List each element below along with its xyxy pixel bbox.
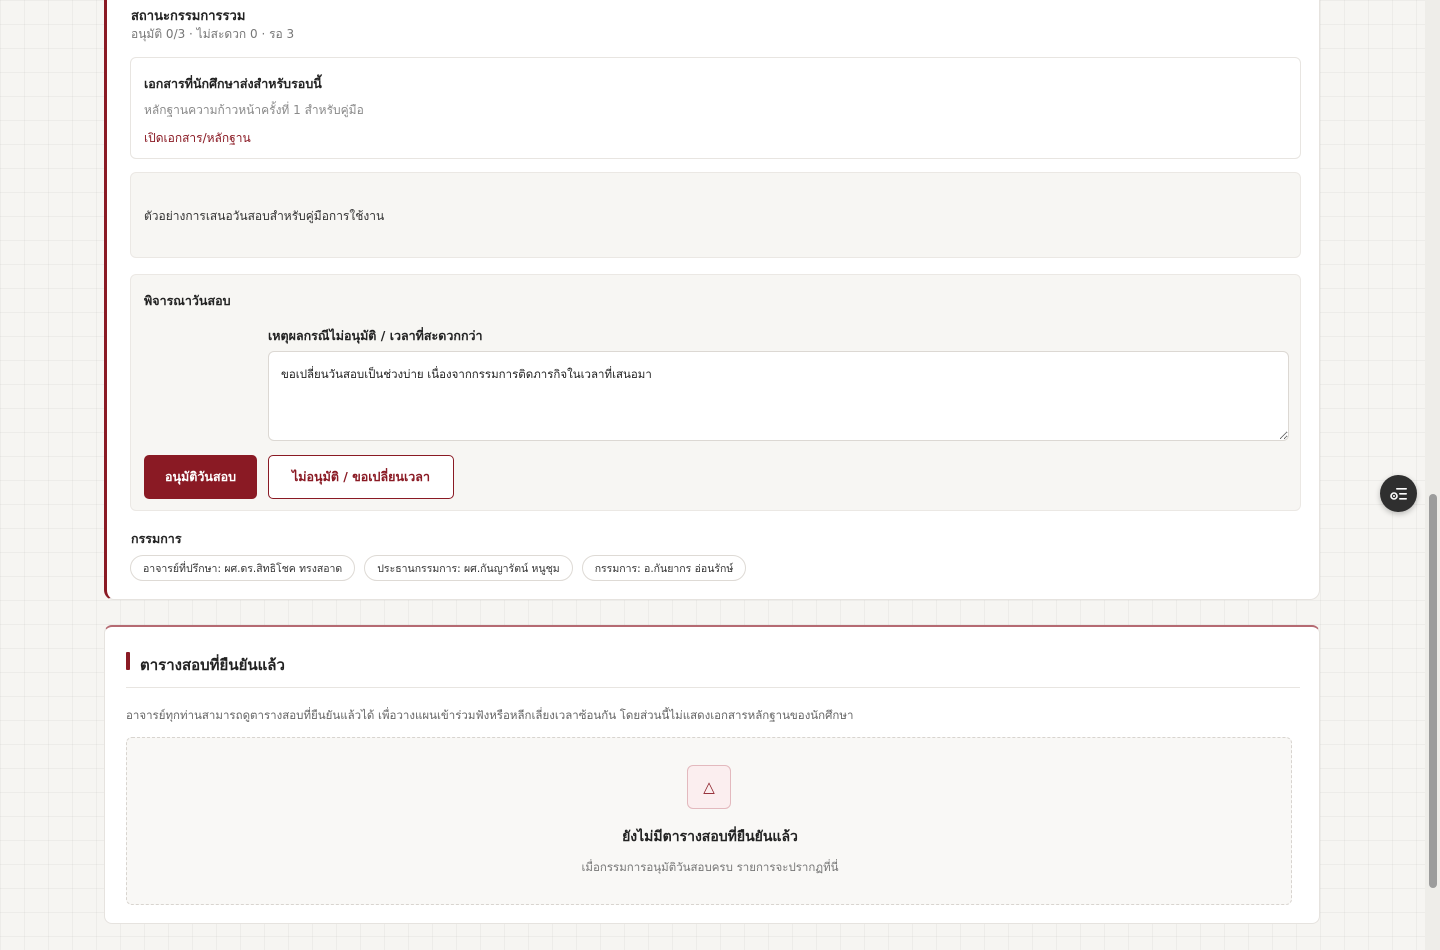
- empty-state-subtitle: เมื่อกรรมการอนุมัติวันสอบครบ รายการจะปรา…: [581, 860, 839, 874]
- warning-triangle-icon: △: [687, 765, 731, 809]
- approve-exam-date-button[interactable]: อนุมัติวันสอบ: [144, 455, 257, 499]
- empty-state: △ ยังไม่มีตารางสอบที่ยืนยันแล้ว เมื่อกรร…: [126, 737, 1292, 905]
- open-documents-link[interactable]: เปิดเอกสาร/หลักฐาน: [144, 129, 251, 148]
- confirmed-schedule-card: ตารางสอบที่ยืนยันแล้ว อาจารย์ทุกท่านสามา…: [104, 625, 1320, 924]
- reason-label: เหตุผลกรณีไม่อนุมัติ / เวลาที่สะดวกกว่า: [268, 328, 483, 343]
- section-accent-bar: [126, 652, 130, 670]
- sample-note-text: ตัวอย่างการเสนอวันสอบสำหรับคู่มือการใช้ง…: [144, 209, 385, 223]
- documents-title: เอกสารที่นักศึกษาส่งสำหรับรอบนี้: [144, 76, 322, 91]
- sample-note-panel: ตัวอย่างการเสนอวันสอบสำหรับคู่มือการใช้ง…: [130, 172, 1301, 258]
- section-divider: [126, 687, 1300, 688]
- consideration-panel: พิจารณาวันสอบ เหตุผลกรณีไม่อนุมัติ / เวล…: [130, 274, 1301, 511]
- committee-status-title: สถานะกรรมการรวม: [131, 9, 246, 24]
- empty-state-title: ยังไม่มีตารางสอบที่ยืนยันแล้ว: [622, 829, 798, 845]
- confirmed-schedule-description: อาจารย์ทุกท่านสามารถดูตารางสอบที่ยืนยันแ…: [126, 708, 854, 722]
- committee-chip-chair: ประธานกรรมการ: ผศ.กันญารัตน์ หนูชุม: [364, 555, 573, 581]
- committee-chips: อาจารย์ที่ปรึกษา: ผศ.ดร.สิทธิโชค ทรงสอาด…: [130, 555, 747, 581]
- committee-chip-advisor: อาจารย์ที่ปรึกษา: ผศ.ดร.สิทธิโชค ทรงสอาด: [130, 555, 356, 581]
- consideration-title: พิจารณาวันสอบ: [144, 293, 231, 308]
- settings-list-icon[interactable]: [1380, 475, 1417, 512]
- student-documents-panel: เอกสารที่นักศึกษาส่งสำหรับรอบนี้ หลักฐาน…: [130, 57, 1301, 159]
- committee-status-summary: อนุมัติ 0/3 · ไม่สะดวก 0 · รอ 3: [131, 27, 295, 41]
- reject-exam-date-button[interactable]: ไม่อนุมัติ / ขอเปลี่ยนเวลา: [268, 455, 454, 499]
- settings-list-glyph: [1389, 487, 1407, 500]
- confirmed-schedule-title: ตารางสอบที่ยืนยันแล้ว: [140, 656, 285, 674]
- scrollbar-thumb[interactable]: [1429, 494, 1437, 888]
- reason-textarea[interactable]: ขอเปลี่ยนวันสอบเป็นช่วงบ่าย เนื่องจากกรร…: [268, 351, 1289, 441]
- exam-review-card: สถานะกรรมการรวม อนุมัติ 0/3 · ไม่สะดวก 0…: [104, 0, 1320, 600]
- committee-title: กรรมการ: [131, 531, 182, 546]
- committee-chip-member: กรรมการ: อ.กันยากร อ่อนรักษ์: [581, 555, 747, 581]
- documents-description: หลักฐานความก้าวหน้าครั้งที่ 1 สำหรับคู่ม…: [144, 103, 364, 117]
